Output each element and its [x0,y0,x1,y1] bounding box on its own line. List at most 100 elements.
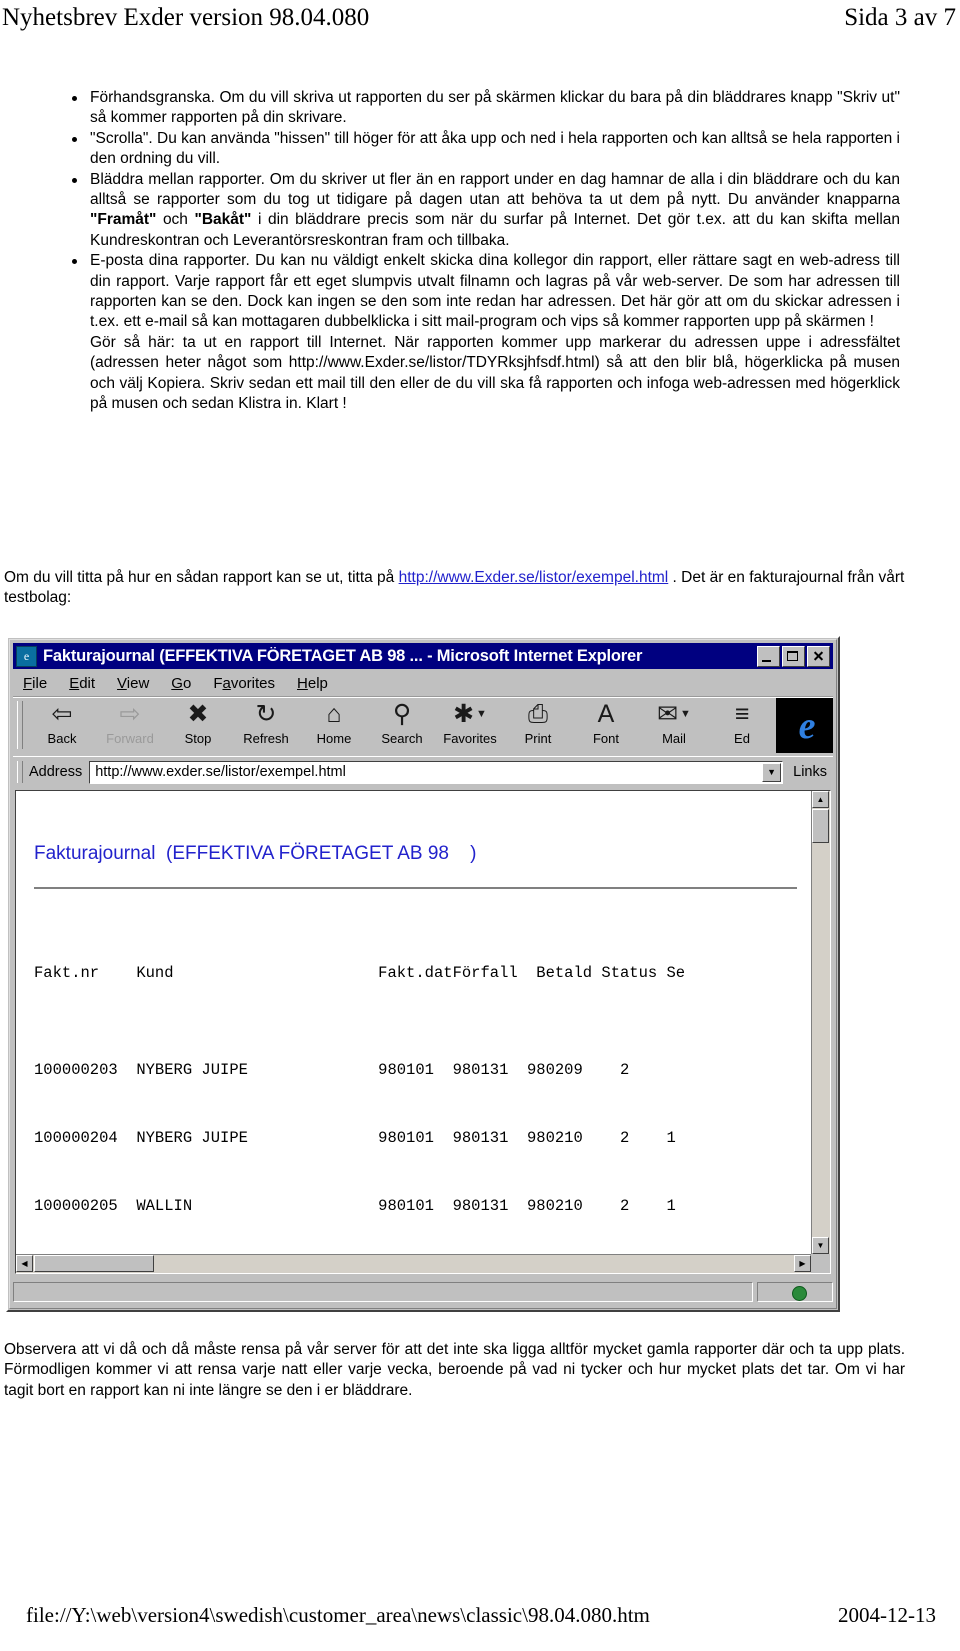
menu-help[interactable]: Help [297,675,328,692]
bullet-continuation-paragraph: Gör så här: ta ut en rapport till Intern… [90,333,900,413]
menu-view[interactable]: View [117,675,149,692]
menu-go-label: o [182,675,192,692]
menu-edit-label: dit [79,675,96,692]
mail-glyph: ✉ [657,699,679,728]
bullet-lead: Bläddra mellan rapporter. [90,170,265,188]
browser-content-area: Fakturajournal (EFFEKTIVA FÖRETAGET AB 9… [15,790,831,1274]
menu-go-mnemonic: G [171,675,183,692]
toolbar-forward-button[interactable]: ⇨ Forward [96,698,164,753]
closing-paragraph: Observera att vi då och då måste rensa p… [0,1340,960,1401]
link-paragraph-before: Om du vill titta på hur en sådan rapport… [4,569,399,586]
list-item: Bläddra mellan rapporter. Om du skriver … [60,170,900,252]
font-icon: A [597,699,615,728]
toolbar-back-label: Back [47,731,77,746]
toolbar-home-button[interactable]: ⌂ Home [300,698,368,753]
report-title: Fakturajournal (EFFEKTIVA FÖRETAGET AB 9… [34,843,477,864]
toolbar-font-button[interactable]: A Font [572,698,640,753]
status-message-pane [13,1282,753,1302]
toolbar-print-button[interactable]: ⎙ Print [504,698,572,753]
favorites-glyph: ✱ [453,699,475,728]
security-zone-pane [757,1282,833,1302]
vertical-scrollbar[interactable]: ▲ ▼ [811,791,830,1254]
chevron-up-icon: ▲ [816,795,825,804]
bullet-lead: Förhandsgranska. [90,89,215,106]
toolbar-mail-label: Mail [662,731,686,746]
stop-icon: ✖ [187,699,209,728]
toolbar-favorites-button[interactable]: ✱ ▼ Favorites [436,698,504,753]
address-bar-grip[interactable] [17,761,23,783]
toolbar-search-button[interactable]: ⚲ Search [368,698,436,753]
table-row: 100000205 WALLIN 980101 980131 980210 2 … [34,1196,676,1215]
browser-title-bar: e Fakturajournal (EFFEKTIVA FÖRETAGET AB… [13,643,833,669]
header-page-number: Sida 3 av 7 [844,4,956,31]
toolbar-stop-button[interactable]: ✖ Stop [164,698,232,753]
report-table-header: Fakt.nr Kund Fakt.datFörfall Betald Stat… [34,964,686,983]
menu-favorites[interactable]: Favorites [213,675,275,692]
home-icon: ⌂ [326,699,342,728]
maximize-button[interactable] [782,645,805,667]
document-footer: file://Y:\web\version4\swedish\customer_… [0,1603,960,1633]
browser-menu-bar: File Edit View Go Favorites Help [13,671,833,697]
toolbar-back-button[interactable]: ⇦ Back [28,698,96,753]
body-copy: Förhandsgranska. Om du vill skriva ut ra… [0,88,960,415]
report-table: Fakt.nr Kund Fakt.datFörfall Betald Stat… [34,917,811,1254]
table-row: 100000203 NYBERG JUIPE 980101 980131 980… [34,1060,630,1079]
browser-toolbar: ⇦ Back ⇨ Forward ✖ Stop ↻ Refresh ⌂ Home… [13,697,833,756]
ie-document-icon: e [16,645,37,667]
chevron-down-icon: ▼ [816,1241,825,1250]
browser-window: e Fakturajournal (EFFEKTIVA FÖRETAGET AB… [6,636,840,1312]
header-title: Nyhetsbrev Exder version 98.04.080 [2,4,370,31]
toolbar-edit-label: Ed [734,731,750,746]
address-label: Address [29,764,83,780]
horizontal-scroll-thumb[interactable] [34,1255,154,1272]
toolbar-refresh-label: Refresh [243,731,289,746]
toolbar-forward-label: Forward [106,731,154,746]
toolbar-mail-button[interactable]: ✉ ▼ Mail [640,698,708,753]
chevron-right-icon: ▶ [799,1259,806,1268]
toolbar-grip[interactable] [17,701,23,749]
bullet-bold-framat: "Framåt" [90,211,157,229]
list-item: "Scrolla". Du kan använda "hissen" till … [60,129,900,170]
internet-zone-globe-icon [792,1286,807,1301]
menu-favorites-label: vorites [230,675,276,692]
report-divider [34,887,797,889]
close-button[interactable] [807,645,830,667]
menu-edit-mnemonic: E [69,675,80,692]
bullet-mid: och [156,211,195,229]
footer-date: 2004-12-13 [838,1603,936,1627]
address-dropdown-button[interactable]: ▼ [762,762,782,782]
chevron-down-icon: ▼ [476,707,487,720]
example-report-link[interactable]: http://www.Exder.se/listor/exempel.html [399,569,669,586]
report-page: Fakturajournal (EFFEKTIVA FÖRETAGET AB 9… [16,791,811,1254]
document-page: Nyhetsbrev Exder version 98.04.080 Sida … [0,0,960,1651]
toolbar-font-label: Font [592,731,619,746]
menu-file[interactable]: File [23,675,47,692]
mail-icon: ✉ ▼ [657,698,691,730]
minimize-button[interactable] [757,645,780,667]
menu-edit[interactable]: Edit [69,675,95,692]
scroll-up-button[interactable]: ▲ [812,791,829,808]
refresh-icon: ↻ [255,699,277,728]
menu-favorites-mnemonic: a [222,675,231,692]
favorites-star-icon: ✱ ▼ [453,698,487,730]
bullet-lead: "Scrolla". [90,129,153,147]
horizontal-scrollbar[interactable]: ◀ ▶ [16,1254,811,1273]
bullet-lead: E-posta dina rapporter. [90,252,250,270]
search-icon: ⚲ [392,699,412,728]
toolbar-edit-button[interactable]: ≡ Ed [708,698,776,753]
back-arrow-icon: ⇦ [51,699,73,728]
scroll-left-button[interactable]: ◀ [16,1255,33,1272]
vertical-scroll-thumb[interactable] [812,809,829,843]
chevron-left-icon: ◀ [21,1259,28,1268]
scroll-down-button[interactable]: ▼ [812,1237,829,1254]
table-row: 100000204 NYBERG JUIPE 980101 980131 980… [34,1128,676,1147]
menu-go[interactable]: Go [171,675,191,692]
internet-explorer-logo-icon: e [776,698,833,753]
address-input[interactable]: http://www.exder.se/listor/exempel.html … [89,760,784,784]
footer-file-path: file://Y:\web\version4\swedish\customer_… [26,1603,650,1627]
toolbar-refresh-button[interactable]: ↻ Refresh [232,698,300,753]
window-controls [757,645,830,667]
browser-address-bar: Address http://www.exder.se/listor/exemp… [13,756,833,787]
forward-arrow-icon: ⇨ [119,699,141,728]
scroll-right-button[interactable]: ▶ [794,1255,811,1272]
